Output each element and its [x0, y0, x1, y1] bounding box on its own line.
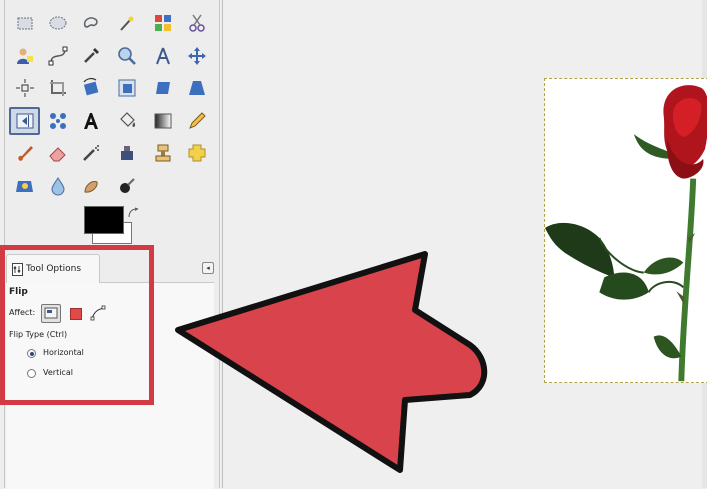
- smudge-tool-icon[interactable]: [78, 173, 104, 199]
- callout-arrow-icon: [175, 251, 488, 473]
- pencil-tool-icon[interactable]: [184, 108, 210, 134]
- blend-tool-icon[interactable]: [150, 108, 176, 134]
- rotate-tool-icon[interactable]: [78, 75, 104, 101]
- free-select-tool-icon[interactable]: [78, 10, 104, 36]
- align-tool-icon[interactable]: [12, 75, 38, 101]
- flip-tool-icon[interactable]: [9, 107, 40, 135]
- move-tool-icon[interactable]: [184, 43, 210, 69]
- foreground-color-swatch[interactable]: [84, 206, 124, 234]
- scissors-tool-icon[interactable]: [184, 10, 210, 36]
- perspective-tool-icon[interactable]: [184, 75, 210, 101]
- airbrush-tool-icon[interactable]: [78, 140, 104, 166]
- dodge-burn-tool-icon[interactable]: [114, 173, 140, 199]
- blur-sharpen-tool-icon[interactable]: [45, 173, 71, 199]
- paintbrush-tool-icon[interactable]: [12, 140, 38, 166]
- scale-tool-icon[interactable]: [114, 75, 140, 101]
- rect-select-tool-icon[interactable]: [12, 10, 38, 36]
- cage-transform-tool-icon[interactable]: [45, 108, 71, 134]
- bucket-fill-tool-icon[interactable]: [114, 108, 140, 134]
- select-by-color-tool-icon[interactable]: [150, 10, 176, 36]
- zoom-tool-icon[interactable]: [114, 43, 140, 69]
- ellipse-select-tool-icon[interactable]: [45, 10, 71, 36]
- measure-tool-icon[interactable]: [150, 43, 176, 69]
- foreground-select-tool-icon[interactable]: [12, 43, 38, 69]
- crop-tool-icon[interactable]: [45, 75, 71, 101]
- heal-tool-icon[interactable]: [184, 140, 210, 166]
- highlight-box: [0, 245, 154, 405]
- ink-tool-icon[interactable]: [114, 140, 140, 166]
- eraser-tool-icon[interactable]: [45, 140, 71, 166]
- swap-colors-icon[interactable]: [127, 204, 139, 218]
- fuzzy-select-tool-icon[interactable]: [114, 10, 140, 36]
- paths-tool-icon[interactable]: [45, 43, 71, 69]
- text-tool-icon[interactable]: [78, 108, 104, 134]
- rose-image[interactable]: [544, 78, 707, 383]
- shear-tool-icon[interactable]: [150, 75, 176, 101]
- perspective-clone-tool-icon[interactable]: [12, 173, 38, 199]
- clone-tool-icon[interactable]: [150, 140, 176, 166]
- color-picker-tool-icon[interactable]: [78, 43, 104, 69]
